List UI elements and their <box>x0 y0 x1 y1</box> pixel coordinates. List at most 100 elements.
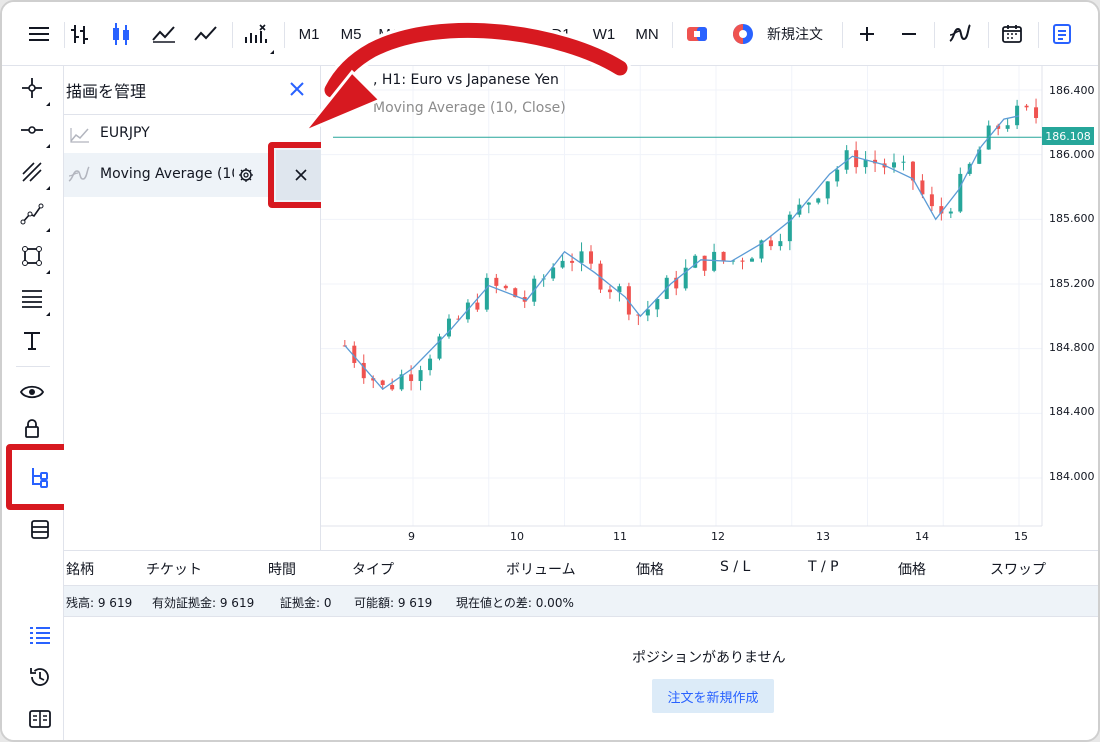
no-positions-message: ポジションがありません <box>632 650 786 666</box>
app-window: M1 M5 M15 D1 W1 MN 新規注文 描画を管理 EURJPY Mov… <box>0 0 1100 742</box>
candle-body <box>570 260 575 263</box>
top-toolbar: M1 M5 M15 D1 W1 MN 新規注文 <box>2 2 1098 66</box>
x-tick: 14 <box>915 530 929 543</box>
timeframe-m1[interactable]: M1 <box>294 16 324 52</box>
journal-icon[interactable] <box>22 701 58 737</box>
column-header[interactable]: 価格 <box>898 559 926 579</box>
candle-body <box>892 162 897 168</box>
separator <box>64 22 65 48</box>
menu-icon[interactable] <box>24 16 54 52</box>
free-margin: 可能額: 9 619 <box>354 596 433 610</box>
candle-body <box>418 370 423 382</box>
column-header[interactable]: 時間 <box>268 559 296 579</box>
y-tick: 186.400 <box>1049 84 1095 97</box>
bar-chart-icon[interactable] <box>66 16 94 52</box>
polyline-icon[interactable] <box>14 196 50 232</box>
object-tree-icon <box>32 468 48 488</box>
candle-body <box>1005 125 1010 129</box>
candle-body <box>835 169 840 182</box>
drawing-item-moving-average[interactable]: Moving Average (10, Close) <box>64 153 269 197</box>
x-tick: 10 <box>510 530 524 543</box>
chart-canvas[interactable] <box>321 66 1098 550</box>
candle-body <box>579 251 584 263</box>
panel-close-icon[interactable] <box>286 78 308 100</box>
candle-body <box>380 380 385 386</box>
column-header[interactable]: 価格 <box>636 559 664 579</box>
history-icon[interactable] <box>22 659 58 695</box>
candle-body <box>1034 107 1039 119</box>
indicator-legend[interactable]: Moving Average (10, Close) <box>373 100 566 116</box>
y-tick: 186.000 <box>1049 148 1095 161</box>
candle-body <box>863 159 868 168</box>
candle-body <box>854 150 859 168</box>
account-summary: 残高: 9 619 有効証拠金: 9 619 証拠金: 0 可能額: 9 619… <box>64 585 1098 617</box>
timeframe-w1[interactable]: W1 <box>588 16 620 52</box>
candle-body <box>749 258 754 262</box>
zoom-in-icon[interactable] <box>852 16 882 52</box>
order-book-icon[interactable] <box>1046 16 1078 52</box>
object-tree-button[interactable] <box>6 444 72 510</box>
settings-gear-icon[interactable] <box>238 167 254 187</box>
timeframe-m15[interactable]: M15 <box>376 16 410 52</box>
trading-panel: 銘柄 チケット 時間 タイプ ボリューム 価格 S / L T / P 価格 ス… <box>64 550 1098 740</box>
chart-title: , H1: Euro vs Japanese Yen <box>373 72 559 88</box>
candle-body <box>712 251 717 271</box>
candlestick-series <box>342 98 1039 392</box>
line-chart-icon[interactable] <box>192 16 220 52</box>
calendar-icon[interactable] <box>996 16 1028 52</box>
delete-icon[interactable] <box>22 511 58 547</box>
timeframe-mn[interactable]: MN <box>630 16 664 52</box>
separator <box>232 22 233 48</box>
timeframe-m5[interactable]: M5 <box>336 16 366 52</box>
column-header[interactable]: 銘柄 <box>66 559 94 579</box>
candle-body <box>494 277 499 286</box>
equity: 有効証拠金: 9 619 <box>152 596 255 610</box>
column-header[interactable]: タイプ <box>352 559 394 579</box>
separator <box>988 22 989 48</box>
rectangle-icon[interactable] <box>14 238 50 274</box>
panel-title: 描画を管理 <box>66 82 147 101</box>
x-tick: 11 <box>613 530 627 543</box>
one-click-trading-icon[interactable] <box>682 16 712 52</box>
candle-body <box>484 277 489 310</box>
trend-line-icon[interactable] <box>14 154 50 190</box>
remove-drawing-button[interactable] <box>276 150 326 200</box>
price-chart[interactable]: , H1: Euro vs Japanese Yen Moving Averag… <box>321 66 1098 550</box>
new-order-logo-icon[interactable] <box>728 16 758 52</box>
candle-body <box>768 240 773 247</box>
candle-body <box>560 260 565 268</box>
column-header[interactable]: S / L <box>720 559 750 575</box>
fib-channel-icon[interactable] <box>14 280 50 316</box>
candle-body <box>607 289 612 293</box>
separator <box>284 22 285 48</box>
new-order-button[interactable]: 新規注文 <box>760 16 830 52</box>
area-chart-icon[interactable] <box>150 16 178 52</box>
candle-body <box>503 285 508 289</box>
lock-icon[interactable] <box>14 416 50 440</box>
timeframe-d1[interactable]: D1 <box>546 16 576 52</box>
column-header[interactable]: チケット <box>146 559 202 579</box>
x-tick: 15 <box>1014 530 1028 543</box>
drawing-item-label: Moving Average (10, Close) <box>100 166 234 182</box>
balance: 残高: 9 619 <box>66 596 133 610</box>
zoom-out-icon[interactable] <box>894 16 924 52</box>
x-tick: 12 <box>711 530 725 543</box>
eye-icon[interactable] <box>14 374 50 410</box>
crosshair-icon[interactable] <box>14 70 50 106</box>
separator <box>842 22 843 48</box>
column-header[interactable]: T / P <box>808 559 839 575</box>
candlestick-icon[interactable] <box>106 16 136 52</box>
text-icon[interactable] <box>14 322 50 358</box>
candle-body <box>740 260 745 262</box>
volume-icon[interactable] <box>240 16 274 54</box>
list-icon[interactable] <box>22 617 58 653</box>
column-header[interactable]: スワップ <box>990 559 1046 579</box>
indicators-icon[interactable] <box>944 16 976 52</box>
create-order-button[interactable]: 注文を新規作成 <box>652 679 774 713</box>
candle-body <box>787 214 792 242</box>
horizontal-line-icon[interactable] <box>14 112 50 148</box>
price-diff: 現在値との差: 0.00% <box>456 596 574 610</box>
manage-drawings-panel: 描画を管理 EURJPY Moving Average (10, Close) <box>64 66 321 550</box>
drawing-item-label: EURJPY <box>100 125 150 141</box>
column-header[interactable]: ボリューム <box>506 559 576 579</box>
